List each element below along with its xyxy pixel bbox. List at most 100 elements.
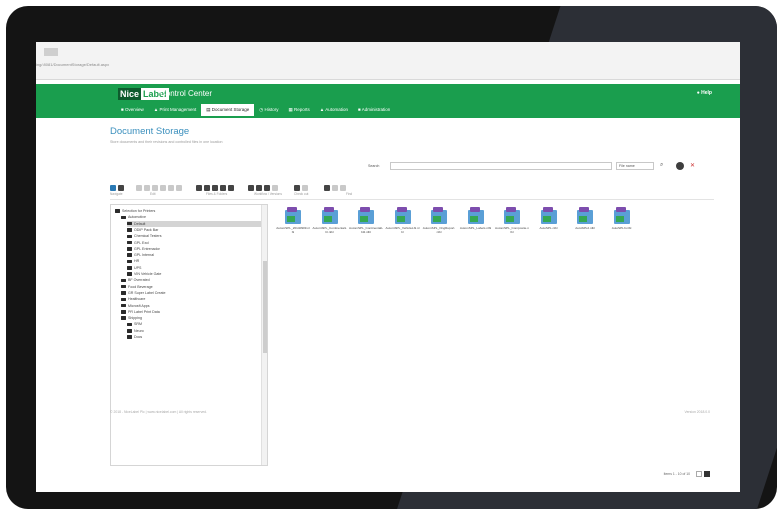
search-scope-select[interactable]: File name [616, 162, 654, 170]
tree-item[interactable]: Docs [127, 334, 261, 340]
toolbar-group-navigate: Navigate [110, 178, 126, 200]
tree-item[interactable]: GPL Entrenador [127, 246, 261, 252]
tree-item-label: Food Beverage [128, 284, 153, 289]
file-item[interactable]: AutoSPL.nlbl [532, 207, 566, 248]
tab-automation[interactable]: ▲ Automation [315, 104, 353, 116]
tree-item-label: Docs [134, 335, 143, 340]
tree-item[interactable]: Automotive [121, 214, 261, 220]
pager: Items 1 - 10 of 10 [664, 470, 710, 478]
paste-icon[interactable] [152, 185, 158, 191]
refresh-icon[interactable] [118, 185, 124, 191]
tree-item-label: GR Super Label Create [128, 290, 166, 295]
tree-scroll-thumb[interactable] [263, 261, 267, 353]
tree-item[interactable]: Healthcare [121, 296, 261, 302]
unlock-icon[interactable] [332, 185, 338, 191]
lock-icon[interactable] [324, 185, 330, 191]
tab-reports[interactable]: ▦ Reports [283, 104, 314, 116]
page-title: Document Storage [110, 126, 190, 137]
settings-icon[interactable] [228, 185, 234, 191]
tab-overview[interactable]: ■ Overview [116, 104, 149, 116]
rename-icon[interactable] [168, 185, 174, 191]
tree-item[interactable]: Food Beverage [121, 284, 261, 290]
upload-icon[interactable] [204, 185, 210, 191]
tree-item[interactable]: GPL Excl [127, 240, 261, 246]
tree-item[interactable]: Microsft Apps [121, 303, 261, 309]
folder-icon [121, 284, 126, 289]
tab-print-management[interactable]: ▲ Print Management [149, 104, 202, 116]
tree-item[interactable]: ODIP Pack Bar [127, 227, 261, 233]
tab-label: History [264, 107, 279, 112]
browser-tab[interactable] [44, 48, 58, 56]
toolbar-caption: Check out [294, 192, 309, 196]
file-item[interactable]: AutomSPL_VehicleLbl.nlbl [385, 207, 420, 248]
back-icon[interactable] [110, 185, 116, 191]
tree-item[interactable]: SRM [127, 321, 261, 327]
list-view-icon[interactable] [696, 471, 702, 477]
file-item[interactable]: AutomSPL_OngReport.nlbl [422, 207, 456, 248]
download-icon[interactable] [212, 185, 218, 191]
toolbar: Navigate Edit Files & Folders Workflow /… [110, 178, 714, 200]
tree-item-label: SRM [134, 322, 142, 327]
tree-item[interactable]: Neuro [127, 328, 261, 334]
folder-icon [127, 259, 132, 264]
close-icon[interactable]: ✕ [690, 162, 698, 170]
file-item[interactable]: AutoSPL2.nlbl [568, 207, 602, 248]
file-item[interactable]: AutomSPL_20140909.nlbl [276, 207, 310, 248]
delete-icon[interactable] [160, 185, 166, 191]
history-icon[interactable] [256, 185, 262, 191]
tree-item[interactable]: Shipping [121, 315, 261, 321]
tree-item[interactable]: Selection for Printers [115, 208, 261, 214]
checkout-icon[interactable] [294, 185, 300, 191]
tree-item[interactable]: VIN Vehicle Gate [127, 271, 261, 277]
device-bezel: ing/:8081/DocumentStorage/Default.aspx N… [6, 6, 777, 509]
copy-icon[interactable] [144, 185, 150, 191]
workflow-icon[interactable] [272, 185, 278, 191]
file-item[interactable]: AutomSPL_Composite.nlbl [495, 207, 529, 248]
tab-history[interactable]: ◷ History [254, 104, 283, 116]
tree-item[interactable]: Chemical Testers [127, 233, 261, 239]
checkin-icon[interactable] [302, 185, 308, 191]
tree-item[interactable]: HR [127, 258, 261, 264]
screen: ing/:8081/DocumentStorage/Default.aspx N… [36, 42, 740, 492]
folder-icon [127, 228, 132, 232]
help-link[interactable]: ● Help [697, 90, 712, 96]
share-icon[interactable] [340, 185, 346, 191]
cut-icon[interactable] [136, 185, 142, 191]
compare-icon[interactable] [264, 185, 270, 191]
file-name: AutomSPL_Composite.nlbl [495, 226, 529, 234]
toolbar-caption: Files & Folders [206, 192, 228, 196]
tree-item[interactable]: GR Super Label Create [121, 290, 261, 296]
folder-icon [127, 253, 132, 257]
search-input[interactable] [390, 162, 612, 170]
folder-icon [121, 297, 126, 302]
grid-view-icon[interactable] [704, 471, 710, 477]
file-name: AutomSPL_VehicleLbl.nlbl [385, 226, 420, 234]
gear-icon[interactable] [676, 162, 684, 170]
folder-icon [127, 247, 132, 251]
tree-item-label: Selection for Printers [122, 209, 156, 214]
file-item[interactable]: AutomSPL_Labels.nlbl [459, 207, 493, 248]
tree-item[interactable]: UPS [127, 265, 261, 271]
file-name: AutoSPL3.nlbl [611, 226, 632, 230]
file-name: AutoSPL2.nlbl [575, 226, 595, 230]
tree-scrollbar[interactable] [261, 205, 267, 465]
file-item[interactable]: AutoSPL3.nlbl [605, 207, 639, 248]
tree-item[interactable]: PR Label Print Data [121, 309, 261, 315]
tab-document-storage[interactable]: ▤ Document Storage [201, 104, 255, 116]
file-name: AutomSPL_ContinentalLbl2.nlbl [349, 226, 383, 234]
magnifier-icon[interactable]: ⌕ [660, 162, 668, 170]
properties-icon[interactable] [176, 185, 182, 191]
file-item[interactable]: AutomSPL_ContinentalLbl2.nlbl [349, 207, 383, 248]
tab-administration[interactable]: ■ Administration [353, 104, 395, 116]
url-text[interactable]: ing/:8081/DocumentStorage/Default.aspx [36, 62, 109, 67]
new-folder-icon[interactable] [196, 185, 202, 191]
folder-tree: Selection for Printers Automotive Default O… [110, 204, 268, 466]
tree-item[interactable]: BF Overrated [121, 277, 261, 283]
folder-icon [127, 329, 132, 333]
file-item[interactable]: AutomSPL_ContinentalLbl.nlbl [313, 207, 347, 248]
search-bar: Search File name ⌕ ✕ [110, 162, 714, 172]
tree-item[interactable]: Default [127, 220, 261, 227]
tree-item[interactable]: GPL Internal [127, 252, 261, 258]
versions-icon[interactable] [248, 185, 254, 191]
open-icon[interactable] [220, 185, 226, 191]
